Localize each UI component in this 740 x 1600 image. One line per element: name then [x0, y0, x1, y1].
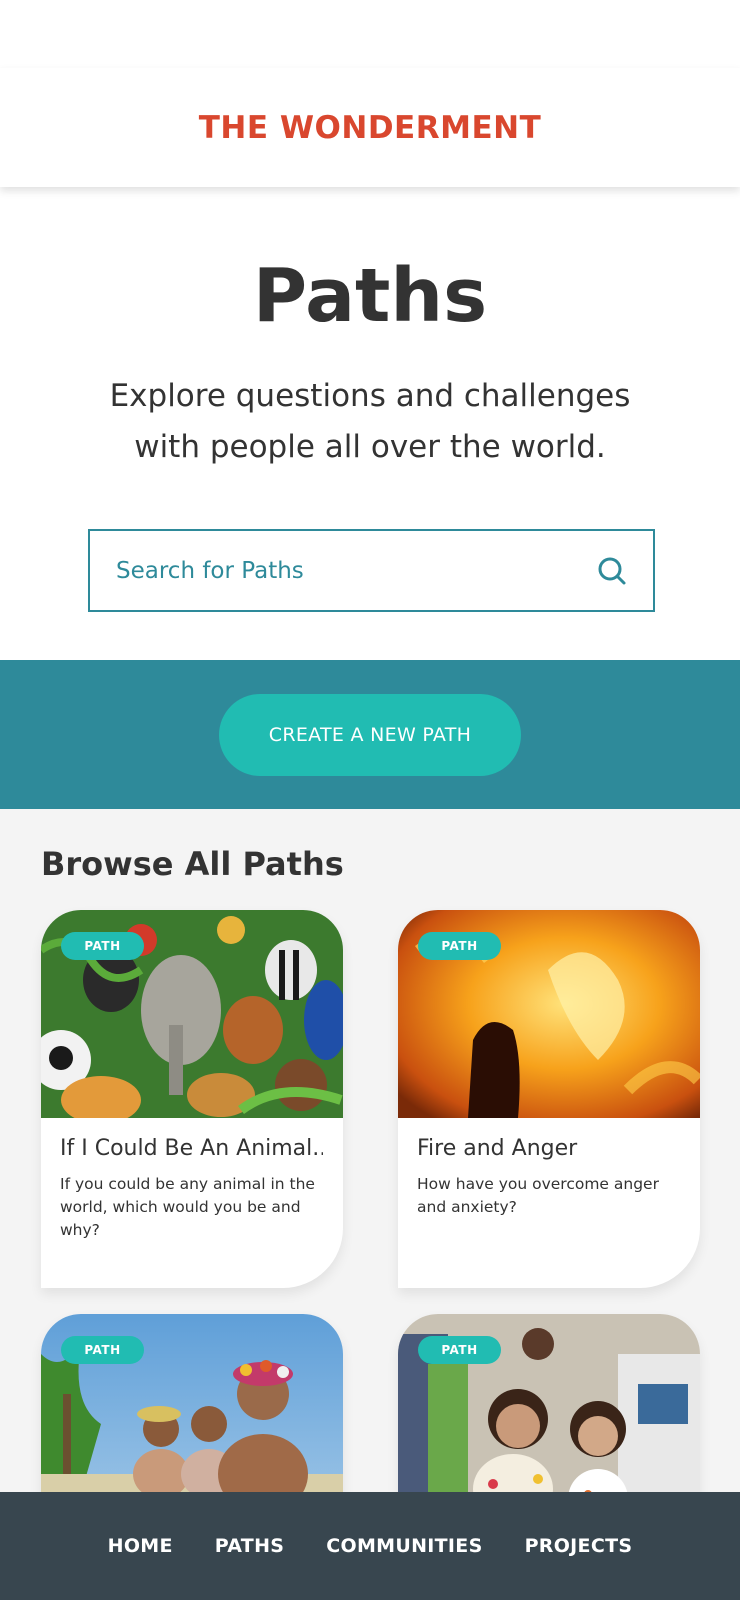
nav-item-projects[interactable]: PROJECTS: [525, 1535, 633, 1557]
card-description: If you could be any animal in the world,…: [60, 1175, 315, 1239]
nav-item-communities[interactable]: COMMUNITIES: [326, 1535, 482, 1557]
card-title[interactable]: Fire and Anger: [417, 1136, 680, 1161]
search-input[interactable]: [116, 557, 597, 584]
nav-item-home[interactable]: HOME: [108, 1535, 173, 1557]
create-path-button[interactable]: CREATE A NEW PATH: [219, 693, 521, 776]
brand-logo[interactable]: THE WONDERMENT: [199, 110, 541, 146]
page-subtitle: Explore questions and challenges with pe…: [109, 378, 631, 465]
search-box: [88, 529, 655, 612]
path-card[interactable]: PATH If I Could Be An Animal... If you c…: [41, 910, 343, 1288]
hero-section: Paths Explore questions and challenges w…: [0, 187, 740, 660]
path-badge: PATH: [418, 932, 501, 960]
status-bar: [0, 0, 740, 68]
bottom-nav: HOME PATHS COMMUNITIES PROJECTS: [0, 1492, 740, 1600]
search-icon[interactable]: [597, 556, 627, 586]
page-title: Paths: [252, 253, 488, 339]
card-image-fire: PATH: [398, 910, 700, 1118]
path-badge: PATH: [61, 1336, 144, 1364]
card-description: How have you overcome anger and anxiety?: [417, 1175, 659, 1216]
create-path-band: CREATE A NEW PATH: [0, 660, 740, 809]
card-title[interactable]: If I Could Be An Animal...: [60, 1136, 323, 1161]
browse-title: Browse All Paths: [41, 845, 344, 883]
browse-section: Browse All Paths PATH If I Could Be An A…: [0, 809, 740, 1600]
card-image-animals: PATH: [41, 910, 343, 1118]
path-card[interactable]: PATH Fire and Anger How have you overcom…: [398, 910, 700, 1288]
path-badge: PATH: [418, 1336, 501, 1364]
path-badge: PATH: [61, 932, 144, 960]
site-header: THE WONDERMENT: [0, 68, 740, 187]
nav-item-paths[interactable]: PATHS: [215, 1535, 284, 1557]
